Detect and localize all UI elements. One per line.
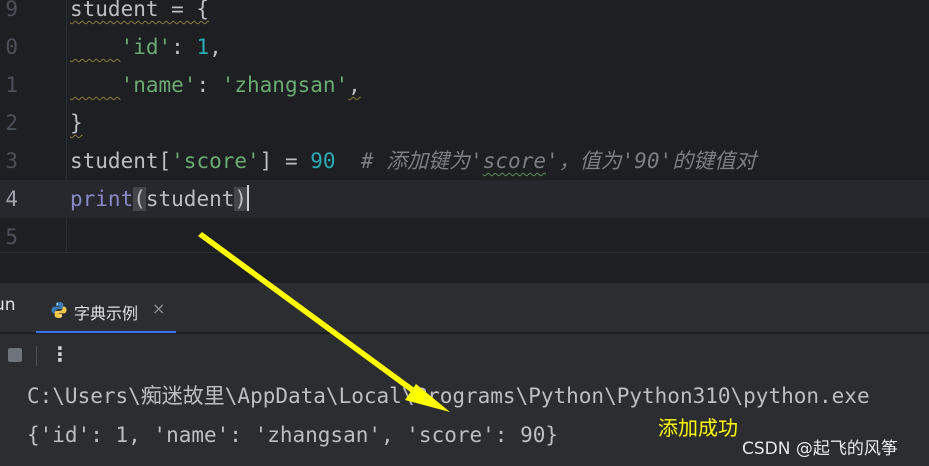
more-options-icon[interactable]: ⋮ xyxy=(50,342,70,366)
code-token: , xyxy=(348,73,361,97)
code-text: student['score'] = 90 # 添加键为'score'，值为'9… xyxy=(70,142,756,180)
code-line[interactable]: 2} xyxy=(0,104,929,142)
code-token: 'zhangsan' xyxy=(221,73,349,97)
code-token: # 添加键为' xyxy=(335,149,483,173)
code-token: , xyxy=(209,35,222,59)
code-text: print(student) xyxy=(70,180,250,218)
line-number: 1 xyxy=(5,73,18,97)
code-line[interactable]: 9 student = { xyxy=(0,0,929,28)
line-number: 3 xyxy=(5,149,18,173)
line-number: 2 xyxy=(5,111,18,135)
code-token: student xyxy=(145,187,235,211)
toolbar-divider xyxy=(36,346,37,366)
code-text: 'id': 1, xyxy=(70,28,222,66)
code-token: 'score' xyxy=(171,149,260,173)
code-token: 'id' xyxy=(120,35,172,59)
console-command-line: C:\Users\痴迷故里\AppData\Local\Programs\Pyt… xyxy=(27,384,870,408)
code-line[interactable]: 4 print(student) xyxy=(0,180,929,218)
annotation-text: 添加成功 xyxy=(658,416,738,440)
code-token: 90 xyxy=(310,149,336,173)
code-line[interactable]: 3 student['score'] = 90 # 添加键为'score'，值为'… xyxy=(0,142,929,180)
code-token: ] = xyxy=(259,149,311,173)
code-token: } xyxy=(70,111,83,135)
code-token: '，值为'90'的键值对 xyxy=(545,149,757,173)
line-number: 0 xyxy=(5,35,18,59)
code-token: score xyxy=(482,149,546,173)
code-editor[interactable]: 9 student = {0 'id': 1, 1 'name': 'zhangsa… xyxy=(0,0,929,252)
panel-separator[interactable] xyxy=(0,252,929,282)
stop-icon[interactable] xyxy=(8,348,22,362)
code-token: student = { xyxy=(70,0,210,21)
code-token: 1 xyxy=(196,35,210,59)
python-icon xyxy=(51,302,67,318)
run-tool-window-label[interactable]: un xyxy=(0,295,16,315)
code-token: print xyxy=(70,187,134,211)
code-token: : xyxy=(196,73,222,97)
code-text: student = { xyxy=(70,0,209,28)
code-text: 'name': 'zhangsan', xyxy=(70,66,361,104)
code-token: student[ xyxy=(70,149,172,173)
run-toolbar: ⋮ xyxy=(0,334,929,374)
run-tool-window-header: un 字典示例 × xyxy=(0,283,929,333)
watermark: CSDN @起飞的风筝 xyxy=(742,439,898,459)
code-token: ) xyxy=(234,187,248,211)
code-line[interactable]: 5 xyxy=(0,218,929,256)
code-token: 'name' xyxy=(120,73,197,97)
code-line[interactable]: 1 'name': 'zhangsan', xyxy=(0,66,929,104)
code-text: } xyxy=(70,104,83,142)
code-token: ( xyxy=(133,187,146,211)
code-token: : xyxy=(171,35,197,59)
line-number: 9 xyxy=(5,0,18,21)
line-number: 5 xyxy=(5,225,18,249)
tab-label: 字典示例 xyxy=(74,304,139,323)
line-number: 4 xyxy=(5,187,18,211)
console-result-line: {'id': 1, 'name': 'zhangsan', 'score': 9… xyxy=(27,423,559,447)
code-line[interactable]: 0 'id': 1, xyxy=(0,28,929,66)
text-caret xyxy=(247,185,250,211)
close-icon[interactable]: × xyxy=(152,299,165,318)
tab-run-configuration[interactable]: 字典示例 × xyxy=(36,289,176,333)
